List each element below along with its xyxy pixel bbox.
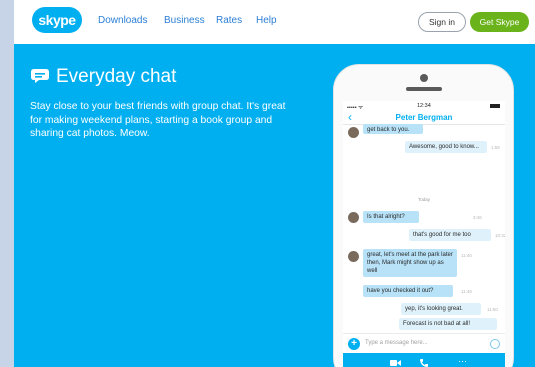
site-header: skype Downloads Business Rates Help Sign… [14, 0, 535, 44]
message-time: 1:59 [491, 145, 500, 150]
message-time: 10:32 [495, 233, 505, 238]
page: skype Downloads Business Rates Help Sign… [14, 0, 535, 367]
avatar [348, 212, 359, 223]
phone-icon[interactable] [420, 359, 428, 367]
message-text: get back to you. [367, 127, 410, 133]
avatar [348, 127, 359, 138]
more-icon[interactable]: ··· [458, 357, 467, 366]
phone-mockup: ••••• ᯤ 12:34 ‹ Peter Bergman get back t… [333, 64, 514, 367]
phone-speaker [406, 87, 442, 91]
phone-screen: ••••• ᯤ 12:34 ‹ Peter Bergman get back t… [343, 101, 505, 367]
message-input[interactable]: Type a message here... [365, 340, 428, 346]
message-text: great, let's meet at the park later then… [367, 252, 453, 274]
message-text: yep, it's looking great. [405, 306, 463, 312]
message-incoming: have you checked it out? 11:46 [363, 285, 472, 297]
message-text: Forecast is not bad at all! [403, 321, 471, 327]
message-time: 11:50 [487, 307, 498, 312]
avatar [348, 251, 359, 262]
message-incoming: Is that alright? 3:46 [363, 211, 482, 223]
message-time: 3:46 [473, 215, 482, 220]
message-incoming: great, let's meet at the park later then… [363, 249, 472, 277]
hero-description: Stay close to your best friends with gro… [30, 101, 286, 139]
day-separator: Today [417, 197, 430, 202]
contact-name[interactable]: Peter Bergman [343, 113, 505, 122]
get-skype-button[interactable]: Get Skype [470, 12, 529, 32]
nav-business[interactable]: Business [164, 15, 205, 26]
chat-bubble-icon [31, 69, 49, 83]
status-bar: ••••• ᯤ 12:34 [343, 101, 505, 111]
message-text: Is that alright? [367, 214, 405, 220]
message-input-bar: + Type a message here... [343, 333, 505, 353]
phone-camera [420, 74, 428, 82]
skype-logo[interactable]: skype [32, 7, 82, 33]
status-time: 12:34 [417, 103, 431, 109]
message-text: Awesome, good to know... [409, 144, 479, 150]
message-outgoing: yep, it's looking great. 11:50 [401, 303, 498, 315]
nav-rates[interactable]: Rates [216, 15, 242, 26]
message-time: 11:40 [461, 253, 472, 258]
nav-downloads[interactable]: Downloads [98, 15, 147, 26]
battery-icon [490, 104, 500, 108]
nav-help[interactable]: Help [256, 15, 277, 26]
message-time: 11:46 [461, 289, 472, 294]
message-outgoing: Forecast is not bad at all! [399, 318, 497, 330]
message-outgoing: that's good for me too 10:32 [409, 229, 505, 241]
call-toolbar: ··· [343, 353, 505, 367]
logo-text: skype [32, 7, 82, 33]
message-text: that's good for me too [413, 232, 471, 238]
add-icon[interactable]: + [348, 338, 360, 350]
chat-header: ‹ Peter Bergman [343, 111, 505, 125]
message-outgoing: Awesome, good to know... 1:59 [405, 141, 500, 153]
hero-section: Everyday chat Stay close to your best fr… [14, 44, 535, 367]
message-incoming: get back to you. [363, 124, 423, 134]
sign-in-button[interactable]: Sign in [418, 12, 466, 32]
emoticon-icon[interactable] [490, 339, 500, 349]
message-text: have you checked it out? [367, 288, 434, 294]
hero-title: Everyday chat [56, 66, 177, 87]
video-icon[interactable] [390, 359, 401, 367]
